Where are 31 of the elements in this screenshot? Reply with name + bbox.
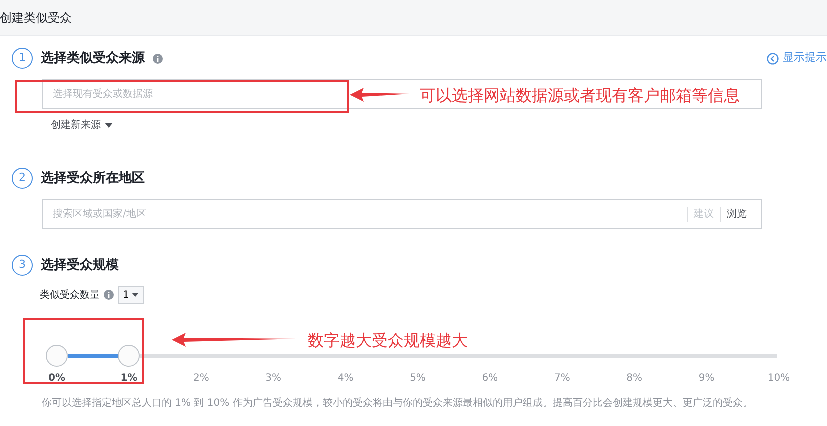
- slider-handle[interactable]: [46, 345, 68, 367]
- description-text: 你可以选择指定地区总人口的 1% 到 10% 作为广告受众规模，较小的受众将由与你的受众来源最相似的用户组成。提高百分比会创建规模更大、更广泛的受众。: [42, 397, 754, 411]
- caret-down-icon: [105, 123, 113, 128]
- tick-label: 7%: [554, 372, 570, 386]
- chevron-left-icon: [767, 52, 779, 64]
- caret-down-icon: [132, 293, 140, 297]
- count-dropdown[interactable]: 1: [118, 286, 144, 304]
- annotation-text: 数字越大受众规模越大: [308, 330, 468, 352]
- count-label: 类似受众数量: [40, 288, 100, 302]
- page-title: 创建类似受众: [0, 10, 72, 26]
- tick-label: 2%: [193, 372, 210, 386]
- step-number: 3: [12, 255, 33, 276]
- tick-label: 1%: [120, 372, 138, 386]
- slider-handle[interactable]: [118, 345, 140, 367]
- create-source-dropdown[interactable]: 创建新来源: [50, 117, 114, 134]
- section-title: 选择受众所在地区: [41, 170, 145, 188]
- section-title: 选择受众规模: [41, 256, 119, 275]
- section-title: 选择类似受众来源: [41, 50, 145, 68]
- annotation-text: 可以选择网站数据源或者现有客户邮箱等信息: [420, 85, 740, 107]
- step-number: 2: [12, 168, 33, 189]
- tick-label: 8%: [626, 372, 643, 386]
- browse-button[interactable]: 浏览: [720, 206, 753, 222]
- tick-label: 0%: [48, 372, 66, 386]
- tick-label: 5%: [410, 372, 426, 386]
- tick-label: 9%: [698, 372, 715, 386]
- tick-label: 4%: [338, 372, 354, 386]
- tick-label: 3%: [266, 372, 282, 386]
- tick-label: 10%: [768, 372, 790, 386]
- info-icon: [104, 290, 114, 300]
- step-number: 1: [12, 48, 33, 69]
- tick-label: 6%: [482, 372, 498, 386]
